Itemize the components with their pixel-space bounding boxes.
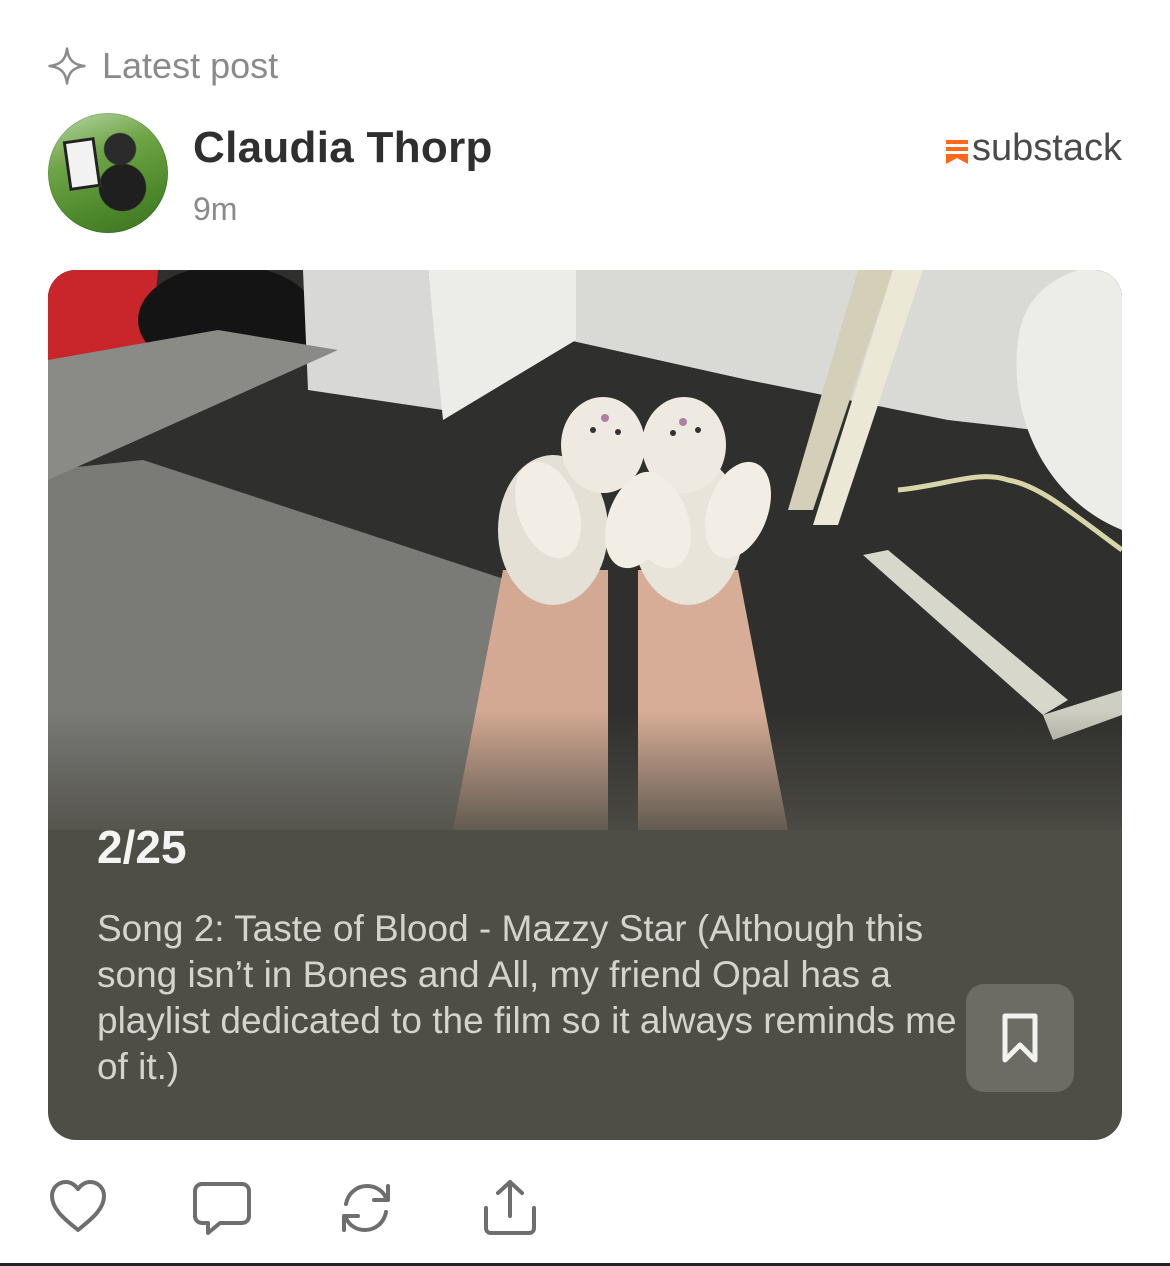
post-timestamp: 9m: [193, 191, 238, 227]
restack-button[interactable]: [336, 1178, 396, 1238]
like-button[interactable]: [48, 1178, 108, 1238]
section-header: Latest post: [48, 44, 278, 88]
comment-button[interactable]: [192, 1178, 252, 1238]
brand-name: substack: [972, 127, 1122, 169]
avatar[interactable]: [48, 113, 168, 233]
restack-icon: [342, 1183, 390, 1233]
substack-brand[interactable]: substack: [946, 127, 1122, 170]
post-title: 2/25: [97, 821, 187, 873]
post-actions: [48, 1178, 568, 1238]
post-card[interactable]: 2/25 Song 2: Taste of Blood - Mazzy Star…: [48, 270, 1122, 1140]
bookmark-button[interactable]: [966, 984, 1074, 1092]
post-excerpt: Song 2: Taste of Blood - Mazzy Star (Alt…: [97, 908, 957, 1087]
substack-logo-icon: [946, 139, 969, 164]
share-icon: [484, 1180, 536, 1235]
heart-icon: [50, 1180, 106, 1232]
bookmark-icon: [1002, 1013, 1038, 1063]
comment-icon: [193, 1182, 251, 1235]
section-title: Latest post: [102, 45, 279, 86]
post-header: Claudia Thorp 9m substack: [48, 113, 1122, 235]
share-button[interactable]: [480, 1178, 540, 1238]
sparkle-icon: [48, 47, 86, 85]
author-name[interactable]: Claudia Thorp: [193, 123, 493, 173]
